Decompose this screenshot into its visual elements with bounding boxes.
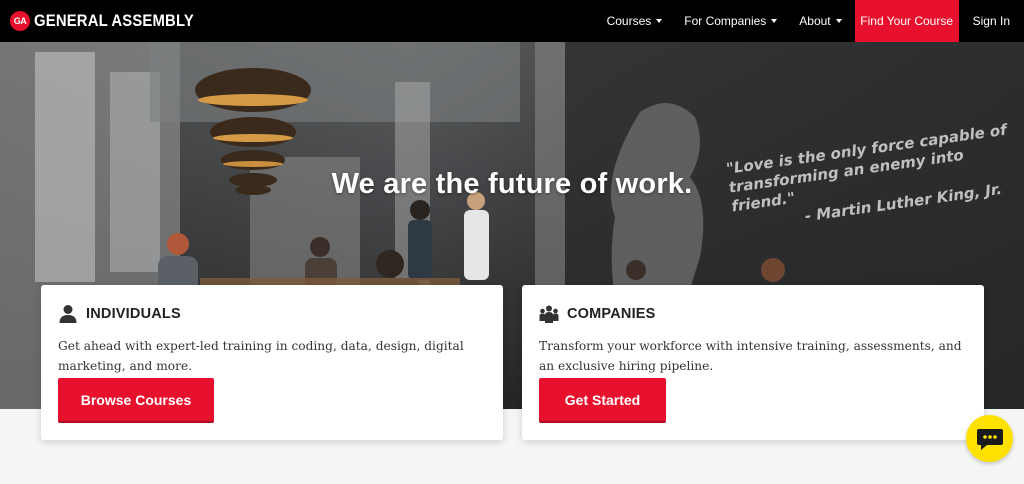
- companies-card-header: COMPANIES: [539, 303, 967, 325]
- nav-courses-label: Courses: [606, 14, 652, 28]
- group-icon: [539, 305, 559, 323]
- chat-icon: [976, 428, 1003, 450]
- chevron-down-icon: [771, 19, 778, 23]
- nav-menu: Courses For Companies About Find Your Co…: [596, 0, 1024, 42]
- logo-badge-icon: GA: [10, 11, 30, 31]
- get-started-button[interactable]: Get Started: [539, 378, 666, 421]
- logo-text: GENERAL ASSEMBLY: [34, 11, 194, 30]
- companies-card-title: COMPANIES: [567, 306, 656, 322]
- individuals-card-title: INDIVIDUALS: [86, 306, 181, 322]
- sign-in-link[interactable]: Sign In: [959, 0, 1024, 42]
- nav-for-companies-label: For Companies: [684, 14, 767, 28]
- nav-for-companies[interactable]: For Companies: [673, 0, 788, 42]
- nav-about-label: About: [799, 14, 831, 28]
- top-nav: GA GENERAL ASSEMBLY Courses For Companie…: [0, 0, 1024, 42]
- chat-widget-button[interactable]: [966, 415, 1013, 462]
- companies-card-text: Transform your workforce with intensive …: [539, 339, 962, 373]
- individuals-card: INDIVIDUALS Get ahead with expert-led tr…: [41, 285, 503, 440]
- hero-title: We are the future of work.: [331, 168, 693, 200]
- person-icon: [59, 305, 77, 323]
- browse-courses-button[interactable]: Browse Courses: [58, 378, 214, 421]
- find-your-course-button[interactable]: Find Your Course: [854, 0, 959, 42]
- logo[interactable]: GA GENERAL ASSEMBLY: [10, 0, 212, 42]
- individuals-card-header: INDIVIDUALS: [58, 303, 486, 325]
- individuals-card-text: Get ahead with expert-led training in co…: [58, 339, 464, 373]
- nav-about[interactable]: About: [788, 0, 852, 42]
- companies-card: COMPANIES Transform your workforce with …: [522, 285, 984, 440]
- nav-courses[interactable]: Courses: [596, 0, 674, 42]
- chevron-down-icon: [835, 19, 842, 23]
- chevron-down-icon: [656, 19, 663, 23]
